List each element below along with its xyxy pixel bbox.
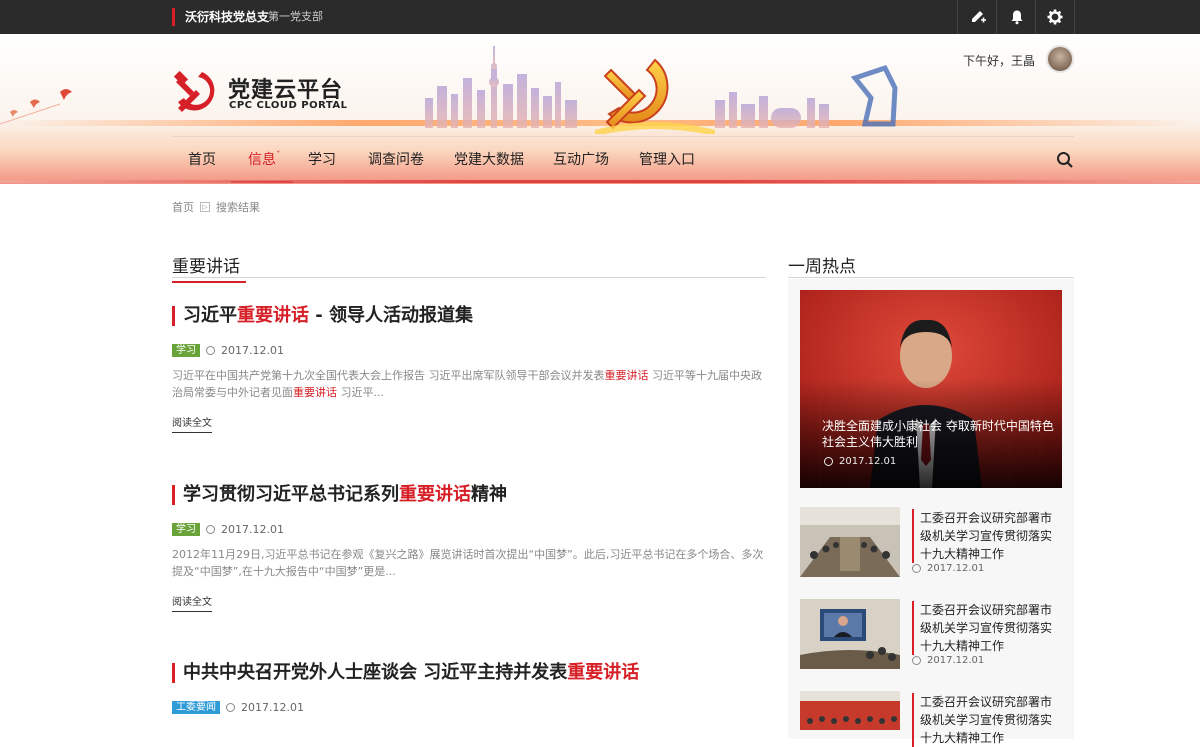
- article-date: 2017.12.01: [241, 701, 304, 714]
- hot-item-thumbnail: [800, 599, 900, 669]
- hot-item-title: 工委召开会议研究部署市级机关学习宣传贯彻落实十九大精神工作: [912, 601, 1060, 655]
- nav-item-admin[interactable]: 管理入口: [626, 137, 708, 183]
- doves-decoration: [0, 89, 72, 125]
- article-title-text: 习近平: [183, 305, 237, 326]
- article-summary: 习近平在中国共产党第十九次全国代表大会上作报告 习近平出席军队领导干部会议并发表…: [172, 367, 766, 401]
- section-divider: [172, 277, 766, 278]
- branch-name[interactable]: 第一党支部: [268, 8, 323, 26]
- nav-item-info-label: 信息: [248, 152, 276, 168]
- chevron-down-icon: ˇ: [276, 151, 281, 161]
- hot-item-date: 2017.12.01: [927, 563, 985, 574]
- featured-news[interactable]: 决胜全面建成小康社会 夺取新时代中国特色社会主义伟大胜利 2017.12.01: [800, 290, 1062, 488]
- sidebar-title-text: 一周热点: [788, 257, 856, 277]
- hot-item-date-row: 2017.12.01: [912, 563, 984, 574]
- section-title: 重要讲话: [172, 252, 246, 283]
- notification-button[interactable]: [996, 0, 1036, 34]
- clock-icon: [912, 656, 921, 665]
- nav-underline: [0, 180, 1200, 183]
- article-title-text: 学习贯彻习近平总书记系列: [183, 484, 399, 505]
- section-title-text: 重要讲话: [172, 257, 240, 277]
- search-icon[interactable]: [1056, 151, 1074, 169]
- sidebar-title: 一周热点: [788, 252, 862, 283]
- article-title-highlight: 重要讲话: [567, 662, 640, 683]
- article-title-text: 精神: [471, 484, 507, 505]
- party-logo[interactable]: [172, 68, 218, 114]
- article-title[interactable]: 中共中央召开党外人士座谈会 习近平主持并发表重要讲话: [172, 663, 766, 683]
- article-title[interactable]: 习近平重要讲话 - 领导人活动报道集: [172, 306, 766, 326]
- nav-item-home[interactable]: 首页: [172, 137, 232, 183]
- summary-highlight: 重要讲话: [604, 369, 649, 382]
- nav-item-interaction[interactable]: 互动广场: [540, 137, 622, 183]
- hot-item-title: 工委召开会议研究部署市级机关学习宣传贯彻落实十九大精神工作: [912, 693, 1060, 747]
- hot-list-item[interactable]: 工委召开会议研究部署市级机关学习宣传贯彻落实十九大精神工作: [800, 691, 1062, 747]
- hot-list-item[interactable]: 工委召开会议研究部署市级机关学习宣传贯彻落实十九大精神工作 2017.12.01: [800, 599, 1062, 671]
- article-item: 中共中央召开党外人士座谈会 习近平主持并发表重要讲话 工委要闻 2017.12.…: [172, 663, 766, 714]
- summary-text: 习近平在中国共产党第十九次全国代表大会上作报告 习近平出席军队领导干部会议并发表: [172, 369, 605, 382]
- hot-item-thumbnail: [800, 507, 900, 577]
- breadcrumb: 首页 ▷ 搜索结果: [172, 199, 260, 215]
- hot-list-item[interactable]: 工委召开会议研究部署市级机关学习宣传贯彻落实十九大精神工作 2017.12.01: [800, 507, 1062, 579]
- nav-item-big-data[interactable]: 党建大数据: [442, 137, 536, 183]
- article-meta: 学习 2017.12.01: [172, 344, 766, 357]
- article-title-text: 中共中央召开党外人士座谈会 习近平主持并发表: [183, 662, 568, 683]
- hot-item-date-row: 2017.12.01: [912, 655, 984, 666]
- article-tag[interactable]: 学习: [172, 344, 200, 357]
- hot-item-title: 工委召开会议研究部署市级机关学习宣传贯彻落实十九大精神工作: [912, 509, 1060, 563]
- article-tag[interactable]: 工委要闻: [172, 701, 220, 714]
- section-title-accent: [172, 281, 246, 283]
- summary-highlight: 重要讲话: [293, 386, 337, 399]
- article-date: 2017.12.01: [221, 523, 284, 536]
- top-bar: 沃衍科技党总支 第一党支部: [0, 0, 1200, 34]
- nav-item-survey[interactable]: 调查问卷: [352, 137, 440, 183]
- read-more-link[interactable]: 阅读全文: [172, 414, 212, 433]
- clock-icon: [206, 525, 215, 534]
- user-greeting: 下午好，王晶: [963, 54, 1036, 68]
- article-item: 学习贯彻习近平总书记系列重要讲话精神 学习 2017.12.01 2012年11…: [172, 485, 766, 612]
- clock-icon: [206, 346, 215, 355]
- breadcrumb-current: 搜索结果: [216, 201, 260, 214]
- user-avatar[interactable]: [1046, 45, 1074, 73]
- article-item: 习近平重要讲话 - 领导人活动报道集 学习 2017.12.01 习近平在中国共…: [172, 306, 766, 433]
- hot-item-date: 2017.12.01: [927, 655, 985, 666]
- brand-subtitle: CPC CLOUD PORTAL: [229, 100, 348, 111]
- article-meta: 工委要闻 2017.12.01: [172, 701, 766, 714]
- main-nav: 首页 信息 ˇ 学习 调查问卷 党建大数据 互动广场 管理入口: [172, 136, 1074, 183]
- article-title-highlight: 重要讲话: [399, 484, 471, 505]
- article-tag[interactable]: 学习: [172, 523, 200, 536]
- sidebar-divider: [788, 277, 1074, 278]
- article-meta: 学习 2017.12.01: [172, 523, 766, 536]
- breadcrumb-separator-icon: ▷: [200, 202, 210, 212]
- clock-icon: [912, 564, 921, 573]
- breadcrumb-home[interactable]: 首页: [172, 199, 194, 215]
- summary-text: 习近平...: [337, 386, 384, 399]
- hot-item-thumbnail: [800, 691, 900, 730]
- article-title-highlight: 重要讲话: [237, 305, 309, 326]
- clock-icon: [226, 703, 235, 712]
- org-name[interactable]: 沃衍科技党总支: [172, 8, 269, 26]
- featured-news-date: 2017.12.01: [839, 456, 897, 467]
- clock-icon: [824, 457, 833, 466]
- edit-button[interactable]: [957, 0, 997, 34]
- edit-icon: [971, 11, 986, 23]
- article-title-text: - 领导人活动报道集: [309, 305, 474, 326]
- featured-news-caption: 决胜全面建成小康社会 夺取新时代中国特色社会主义伟大胜利: [822, 419, 1054, 449]
- read-more-link[interactable]: 阅读全文: [172, 593, 212, 612]
- settings-button[interactable]: [1035, 0, 1075, 34]
- bell-icon: [1011, 10, 1022, 25]
- nav-item-study[interactable]: 学习: [294, 137, 350, 183]
- article-summary: 2012年11月29日,习近平总书记在参观《复兴之路》展览讲话时首次提出“中国梦…: [172, 548, 764, 578]
- article-date: 2017.12.01: [221, 344, 284, 357]
- gear-icon: [1047, 9, 1063, 25]
- article-title[interactable]: 学习贯彻习近平总书记系列重要讲话精神: [172, 485, 766, 505]
- city-skyline-decoration: [425, 46, 898, 134]
- nav-item-info[interactable]: 信息 ˇ: [231, 137, 293, 183]
- featured-news-date-row: 2017.12.01: [824, 456, 896, 467]
